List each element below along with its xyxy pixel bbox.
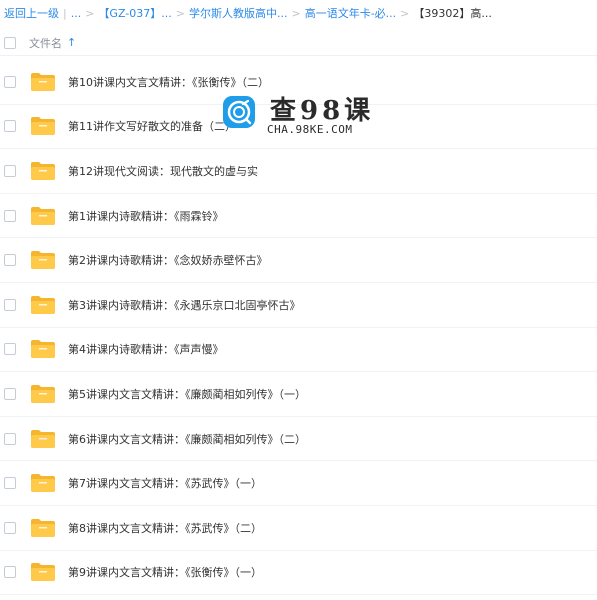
folder-name[interactable]: 第4讲课内诗歌精讲：《声声慢》 [68, 341, 224, 357]
arrow-up-icon[interactable]: ↑ [67, 36, 76, 49]
folder-name[interactable]: 第3讲课内诗歌精讲：《永遇乐京口北固亭怀古》 [68, 297, 301, 313]
row-checkbox[interactable] [4, 521, 16, 534]
folder-icon [31, 251, 55, 270]
breadcrumb-chevron-icon: > [400, 6, 410, 20]
breadcrumb-chevron-icon: > [291, 6, 301, 20]
folder-icon [31, 518, 55, 537]
list-item[interactable]: 第4讲课内诗歌精讲：《声声慢》 [0, 328, 597, 373]
folder-name[interactable]: 第11讲作文写好散文的准备（二） [68, 118, 236, 134]
breadcrumb-chevron-icon: > [85, 6, 95, 20]
breadcrumb-chevron-icon: > [175, 6, 185, 20]
breadcrumb-separator: | [63, 6, 67, 20]
breadcrumb-item-gz037[interactable]: 【GZ-037】... [98, 5, 171, 21]
folder-icon [31, 384, 55, 403]
row-checkbox[interactable] [4, 477, 16, 490]
folder-icon [31, 429, 55, 448]
list-item[interactable]: 第3讲课内诗歌精讲：《永遇乐京口北固亭怀古》 [0, 283, 597, 328]
row-checkbox[interactable] [4, 566, 16, 579]
folder-name[interactable]: 第12讲现代文阅读：现代散文的虚与实 [68, 163, 258, 179]
list-item[interactable]: 第9讲课内文言文精讲：《张衡传》（一） [0, 551, 597, 596]
file-list: 第10讲课内文言文精讲：《张衡传》（二） 第11讲作文写好散文的准备（二） 第12讲… [0, 60, 597, 596]
folder-name[interactable]: 第8讲课内文言文精讲：《苏武传》（二） [68, 520, 262, 536]
row-checkbox[interactable] [4, 387, 16, 400]
breadcrumb-ellipsis[interactable]: ... [71, 7, 82, 20]
folder-icon [31, 72, 55, 91]
breadcrumb: 返回上一级 | ... > 【GZ-037】... > 学尔斯人教版高中... … [0, 0, 597, 26]
list-item[interactable]: 第12讲现代文阅读：现代散文的虚与实 [0, 149, 597, 194]
row-checkbox[interactable] [4, 209, 16, 222]
list-item[interactable]: 第11讲作文写好散文的准备（二） [0, 105, 597, 150]
list-item[interactable]: 第10讲课内文言文精讲：《张衡传》（二） [0, 60, 597, 105]
list-item[interactable]: 第8讲课内文言文精讲：《苏武传》（二） [0, 506, 597, 551]
folder-name[interactable]: 第5讲课内文言文精讲：《廉颇蔺相如列传》（一） [68, 386, 306, 402]
folder-name[interactable]: 第1讲课内诗歌精讲：《雨霖铃》 [68, 208, 224, 224]
list-item[interactable]: 第2讲课内诗歌精讲：《念奴娇赤壁怀古》 [0, 238, 597, 283]
row-checkbox[interactable] [4, 432, 16, 445]
row-checkbox[interactable] [4, 120, 16, 133]
folder-icon [31, 340, 55, 359]
folder-name[interactable]: 第7讲课内文言文精讲：《苏武传》（一） [68, 475, 262, 491]
folder-icon [31, 474, 55, 493]
row-checkbox[interactable] [4, 254, 16, 267]
row-checkbox[interactable] [4, 164, 16, 177]
folder-icon [31, 295, 55, 314]
list-item[interactable]: 第5讲课内文言文精讲：《廉颇蔺相如列传》（一） [0, 372, 597, 417]
file-browser: 返回上一级 | ... > 【GZ-037】... > 学尔斯人教版高中... … [0, 0, 597, 600]
column-header-filename[interactable]: 文件名 ↑ [29, 35, 76, 51]
folder-name[interactable]: 第9讲课内文言文精讲：《张衡传》（一） [68, 564, 262, 580]
back-link[interactable]: 返回上一级 [4, 5, 59, 21]
row-checkbox[interactable] [4, 75, 16, 88]
list-item[interactable]: 第1讲课内诗歌精讲：《雨霖铃》 [0, 194, 597, 239]
folder-name[interactable]: 第2讲课内诗歌精讲：《念奴娇赤壁怀古》 [68, 252, 268, 268]
folder-icon [31, 161, 55, 180]
list-header: 文件名 ↑ [0, 30, 597, 56]
row-checkbox[interactable] [4, 343, 16, 356]
breadcrumb-item-textbook[interactable]: 学尔斯人教版高中... [189, 5, 288, 21]
folder-icon [31, 206, 55, 225]
select-all-checkbox[interactable] [4, 36, 16, 49]
folder-icon [31, 117, 55, 136]
folder-name[interactable]: 第10讲课内文言文精讲：《张衡传》（二） [68, 74, 269, 90]
row-checkbox[interactable] [4, 298, 16, 311]
breadcrumb-item-yearcard[interactable]: 高一语文年卡-必... [305, 5, 396, 21]
list-item[interactable]: 第6讲课内文言文精讲：《廉颇蔺相如列传》（二） [0, 417, 597, 462]
folder-icon [31, 563, 55, 582]
list-item[interactable]: 第7讲课内文言文精讲：《苏武传》（一） [0, 461, 597, 506]
column-header-label: 文件名 [29, 36, 62, 50]
breadcrumb-item-current: 【39302】高... [413, 7, 492, 20]
folder-name[interactable]: 第6讲课内文言文精讲：《廉颇蔺相如列传》（二） [68, 431, 306, 447]
